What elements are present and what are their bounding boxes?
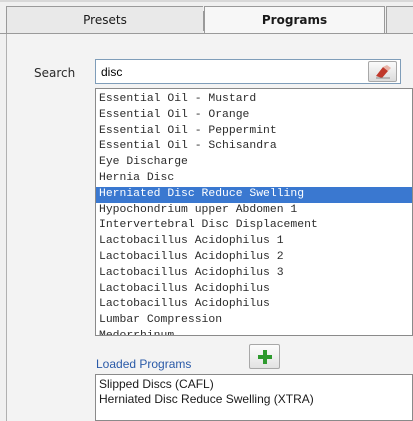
tab-programs[interactable]: Programs (204, 6, 385, 33)
program-list-item[interactable]: Lactobacillus Acidophilus 1 (96, 234, 412, 250)
eraser-icon (376, 65, 391, 79)
loaded-programs-items: Slipped Discs (CAFL) Herniated Disc Reduc… (96, 375, 412, 407)
loaded-programs-label: Loaded Programs (96, 357, 192, 371)
tab-programs-label: Programs (261, 13, 328, 27)
window-top-edge (0, 0, 413, 2)
program-list-item[interactable]: Lactobacillus Acidophilus 2 (96, 250, 412, 266)
program-list-item[interactable]: Lactobacillus Acidophilus (96, 282, 412, 298)
loaded-program-item[interactable]: Herniated Disc Reduce Swelling (XTRA) (99, 392, 412, 407)
loaded-programs-list[interactable]: Slipped Discs (CAFL) Herniated Disc Reduc… (95, 374, 413, 421)
tab-presets-label: Presets (83, 13, 127, 27)
program-list-item[interactable]: Medorrhinum (96, 329, 412, 335)
program-list-item[interactable]: Lactobacillus Acidophilus (96, 297, 412, 313)
program-list-item[interactable]: Lumbar Compression (96, 313, 412, 329)
program-list[interactable]: Essential Oil - Mustard Essential Oil - O… (95, 88, 413, 336)
program-list-item[interactable]: Essential Oil - Schisandra (96, 139, 412, 155)
search-label: Search (34, 66, 76, 80)
plus-icon (258, 350, 272, 364)
program-list-item[interactable]: Lactobacillus Acidophilus 3 (96, 266, 412, 282)
search-input[interactable] (95, 59, 401, 84)
tab-next[interactable] (386, 6, 413, 33)
program-list-item[interactable]: Essential Oil - Mustard (96, 92, 412, 108)
add-program-button[interactable] (249, 344, 280, 369)
loaded-program-item[interactable]: Slipped Discs (CAFL) (99, 377, 412, 392)
clear-search-button[interactable] (368, 61, 397, 82)
program-list-item[interactable]: Essential Oil - Orange (96, 108, 412, 124)
program-list-item[interactable]: Essential Oil - Peppermint (96, 124, 412, 140)
program-list-items: Essential Oil - Mustard Essential Oil - O… (96, 89, 412, 335)
program-list-item[interactable]: Hypochondrium upper Abdomen 1 (96, 203, 412, 219)
program-list-item[interactable]: Hernia Disc (96, 171, 412, 187)
tab-presets[interactable]: Presets (6, 6, 204, 33)
program-list-item[interactable]: Herniated Disc Reduce Swelling (96, 186, 412, 203)
program-list-item[interactable]: Eye Discharge (96, 155, 412, 171)
program-list-item[interactable]: Intervertebral Disc Displacement (96, 218, 412, 234)
